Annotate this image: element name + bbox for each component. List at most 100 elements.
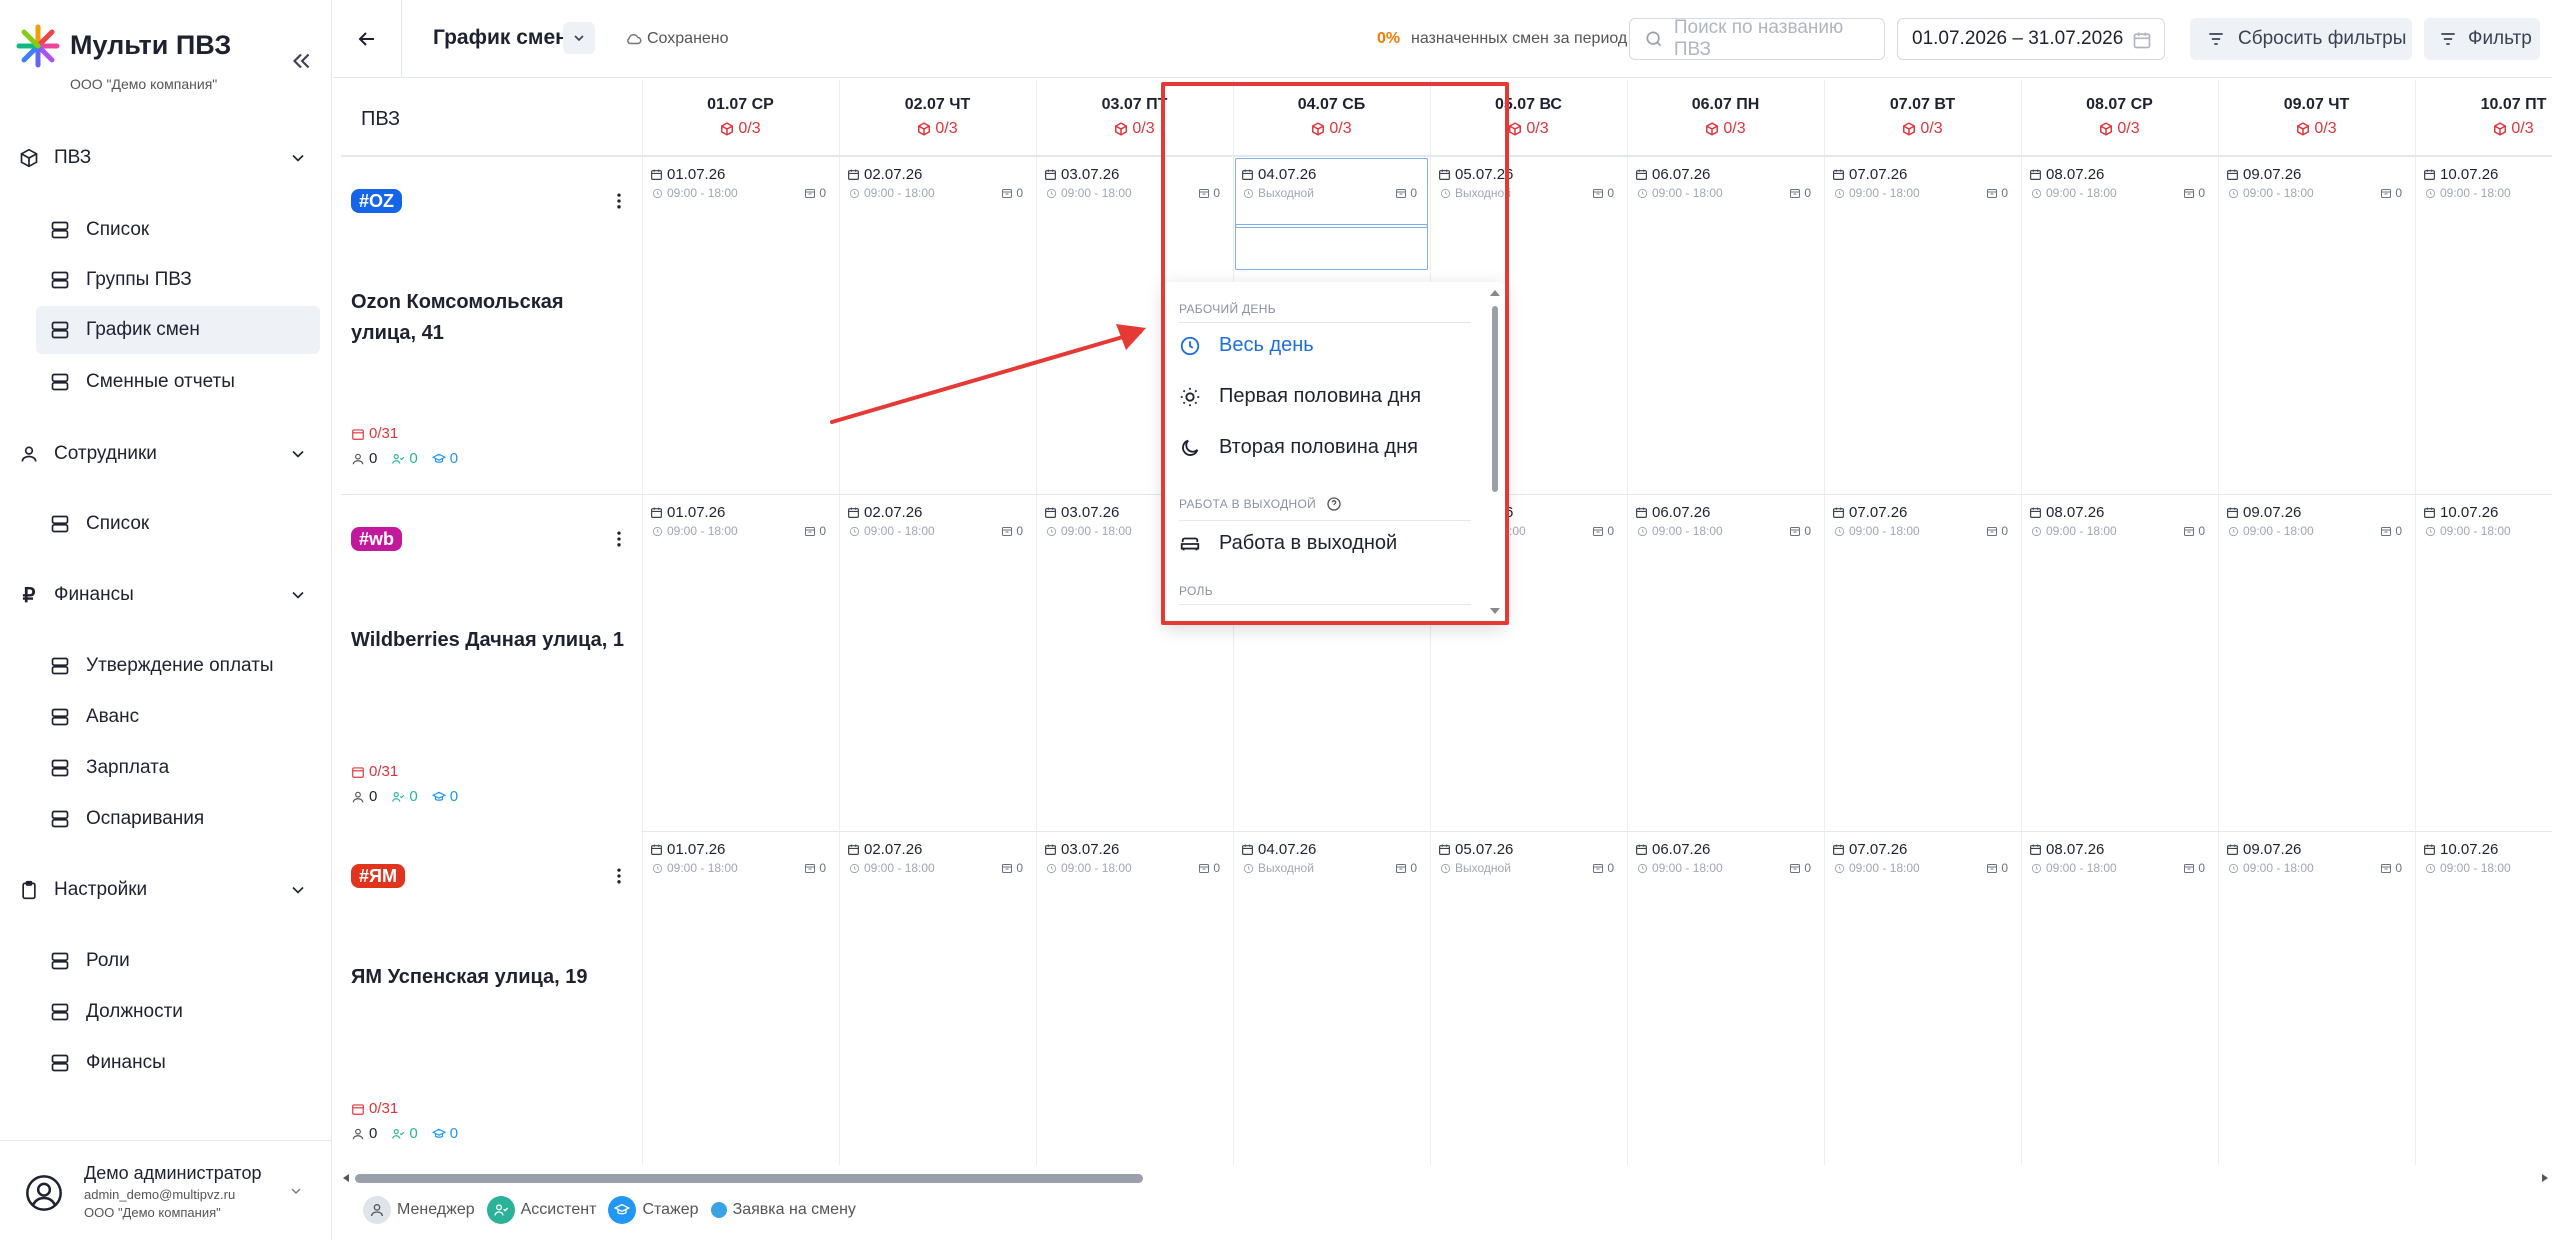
help-icon[interactable]: [1326, 496, 1342, 512]
sidebar-item-roles[interactable]: Роли: [36, 937, 320, 985]
horizontal-scrollbar[interactable]: [341, 1170, 2552, 1186]
day-cell[interactable]: 05.07.26 Выходной 0: [1430, 841, 1626, 881]
calendar-icon: [1044, 506, 1057, 519]
legend: Менеджер Ассистент Стажер Заявка на смен…: [341, 1190, 856, 1230]
option-full-day[interactable]: Весь день: [1179, 334, 1314, 357]
day-cell[interactable]: 09.07.26 09:00 - 18:00 0: [2218, 166, 2414, 206]
option-first-half[interactable]: Первая половина дня: [1179, 385, 1421, 408]
sidebar-section-finance[interactable]: ₽ Финансы: [18, 575, 304, 615]
day-cell[interactable]: 02.07.26 09:00 - 18:00 0: [839, 841, 1035, 881]
collapse-sidebar-icon[interactable]: [288, 48, 314, 74]
reset-filters-button[interactable]: Сбросить фильтры: [2190, 18, 2412, 60]
sun-icon: [1180, 387, 1200, 406]
day-cell[interactable]: 10.07.2609:00 - 18:000: [2415, 166, 2552, 206]
user-name: Демо администратор: [84, 1163, 262, 1183]
box-icon: [18, 147, 40, 169]
sidebar-section-employees[interactable]: Сотрудники: [18, 434, 304, 474]
day-cell[interactable]: 07.07.26 09:00 - 18:00 0: [1824, 166, 2020, 206]
cell-time: 09:00 - 18:00: [1061, 861, 1132, 875]
sidebar-section-settings[interactable]: Настройки: [18, 870, 304, 910]
day-cell[interactable]: 01.07.26 09:00 - 18:00 0: [642, 504, 838, 544]
day-cell[interactable]: 05.07.26 Выходной 0: [1430, 166, 1626, 206]
back-arrow-icon[interactable]: [355, 27, 379, 51]
day-cell[interactable]: 06.07.26 09:00 - 18:00 0: [1627, 841, 1823, 881]
scroll-right-arrow-icon: [2542, 1174, 2548, 1182]
day-header[interactable]: 07.07 ВТ 0/3: [1824, 80, 2021, 156]
sidebar-item-shift-reports[interactable]: Сменные отчеты: [36, 358, 320, 406]
cell-time: 09:00 - 18:00: [2243, 186, 2314, 200]
sidebar-item-shift-schedule[interactable]: График смен: [36, 306, 320, 354]
selected-cell[interactable]: [1235, 158, 1428, 228]
more-vertical-icon[interactable]: [609, 866, 629, 886]
sidebar-item-pvz-list[interactable]: Список: [36, 206, 320, 254]
cell-time: 09:00 - 18:00: [864, 861, 935, 875]
day-cell[interactable]: 06.07.26 09:00 - 18:00 0: [1627, 166, 1823, 206]
day-header[interactable]: 02.07 ЧТ 0/3: [839, 80, 1036, 156]
day-header[interactable]: 10.07 ПТ 0/3: [2415, 80, 2552, 156]
calendar-icon: [352, 428, 364, 440]
day-header[interactable]: 01.07 СР 0/3: [642, 80, 839, 156]
sidebar-item-pvz-groups[interactable]: Группы ПВЗ: [36, 256, 320, 304]
sidebar-item-payment-approval[interactable]: Утверждение оплаты: [36, 642, 320, 690]
sidebar-section-pvz[interactable]: ПВЗ: [18, 138, 304, 178]
option-second-half[interactable]: Вторая половина дня: [1179, 436, 1418, 459]
day-cell[interactable]: 06.07.26 09:00 - 18:00 0: [1627, 504, 1823, 544]
user-profile[interactable]: Демо администратор admin_demo@multipvz.r…: [0, 1140, 332, 1240]
day-cell[interactable]: 10.07.2609:00 - 18:000: [2415, 504, 2552, 544]
filter-button[interactable]: Фильтр: [2424, 18, 2540, 60]
day-cell[interactable]: 04.07.26 Выходной 0: [1233, 841, 1429, 881]
day-cell[interactable]: 08.07.26 09:00 - 18:00 0: [2021, 166, 2217, 206]
day-cell[interactable]: 01.07.26 09:00 - 18:00 0: [642, 841, 838, 881]
shift-input[interactable]: [1235, 224, 1428, 270]
day-header[interactable]: 04.07 СБ 0/3: [1233, 80, 1430, 156]
annotation-arrow-icon: [830, 324, 1146, 424]
sidebar-item-employees-list[interactable]: Список: [36, 500, 320, 548]
title-dropdown-button[interactable]: [563, 22, 595, 54]
calendar-icon: [1832, 168, 1845, 181]
option-weekend-work[interactable]: Работа в выходной: [1179, 532, 1397, 555]
day-header[interactable]: 09.07 ЧТ 0/3: [2218, 80, 2415, 156]
date-range-picker[interactable]: 01.07.2026 – 31.07.2026: [1897, 18, 2165, 60]
clock-icon: [652, 863, 663, 874]
day-cell[interactable]: 02.07.26 09:00 - 18:00 0: [839, 166, 1035, 206]
calendar-icon: [2029, 843, 2042, 856]
sidebar-item-disputes[interactable]: Оспаривания: [36, 795, 320, 843]
sidebar-item-salary[interactable]: Зарплата: [36, 744, 320, 792]
calendar-icon: [352, 766, 364, 778]
day-cell[interactable]: 09.07.26 09:00 - 18:00 0: [2218, 504, 2414, 544]
day-cell[interactable]: 07.07.26 09:00 - 18:00 0: [1824, 504, 2020, 544]
more-vertical-icon[interactable]: [609, 529, 629, 549]
sidebar-item-advance[interactable]: Аванс: [36, 693, 320, 741]
day-header[interactable]: 05.07 ВС 0/3: [1430, 80, 1627, 156]
sidebar-item-settings-finance[interactable]: Финансы: [36, 1039, 320, 1087]
day-cell[interactable]: 03.07.26 09:00 - 18:00 0: [1036, 841, 1232, 881]
day-cell[interactable]: 08.07.26 09:00 - 18:00 0: [2021, 841, 2217, 881]
more-vertical-icon[interactable]: [609, 191, 629, 211]
slot-icon: [2380, 862, 2392, 874]
dropdown-scroll-thumb[interactable]: [1492, 306, 1498, 492]
day-cell[interactable]: 10.07.2609:00 - 18:000: [2415, 841, 2552, 881]
cell-time: Выходной: [1258, 861, 1314, 875]
day-cell[interactable]: 02.07.26 09:00 - 18:00 0: [839, 504, 1035, 544]
day-header[interactable]: 03.07 ПТ 0/3: [1036, 80, 1233, 156]
day-header[interactable]: 06.07 ПН 0/3: [1627, 80, 1824, 156]
day-header-date: 10.07 ПТ: [2480, 96, 2547, 113]
day-cell[interactable]: 09.07.26 09:00 - 18:00 0: [2218, 841, 2414, 881]
horizontal-scroll-thumb[interactable]: [355, 1174, 1143, 1183]
request-dot-icon: [710, 1202, 727, 1218]
day-header[interactable]: 08.07 СР 0/3: [2021, 80, 2218, 156]
cell-slot-count: 0: [2395, 186, 2402, 200]
search-input[interactable]: Поиск по названию ПВЗ: [1629, 17, 1885, 60]
day-cell[interactable]: 01.07.26 09:00 - 18:00 0: [642, 166, 838, 206]
server-icon: [51, 271, 69, 289]
moon-icon: [1182, 439, 1199, 456]
day-cell[interactable]: 07.07.26 09:00 - 18:00 0: [1824, 841, 2020, 881]
sofa-icon: [1180, 537, 1200, 550]
day-cell[interactable]: 08.07.26 09:00 - 18:00 0: [2021, 504, 2217, 544]
date-range-value: 01.07.2026 – 31.07.2026: [1912, 28, 2124, 49]
dropdown-scrollbar[interactable]: [1489, 288, 1501, 618]
day-cell[interactable]: 03.07.26 09:00 - 18:00 0: [1036, 166, 1232, 206]
cell-slot-count: 0: [1607, 861, 1614, 875]
pvz-row-header: #OZ Ozon Комсомольская улица, 41 0/31 0 0 0: [341, 157, 641, 494]
sidebar-item-positions[interactable]: Должности: [36, 988, 320, 1036]
